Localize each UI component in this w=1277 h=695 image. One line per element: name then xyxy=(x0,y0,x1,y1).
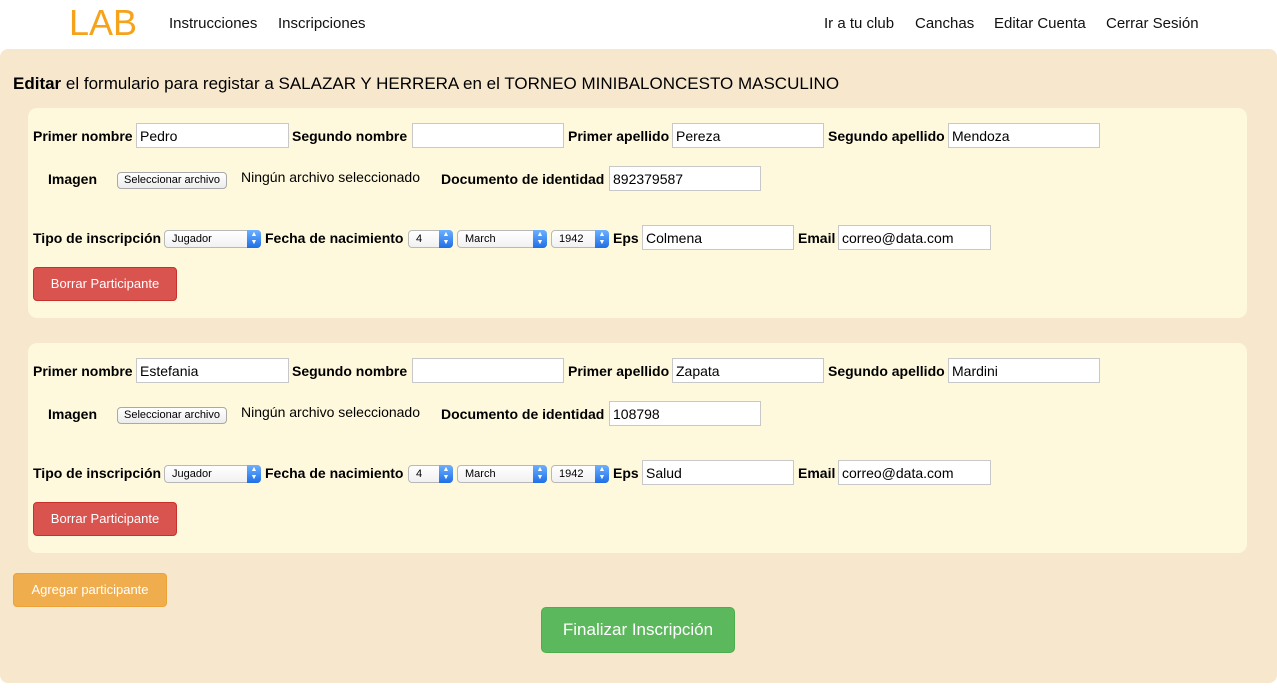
birth-month-select[interactable]: March ▲ ▼ xyxy=(457,465,547,483)
label-documento: Documento de identidad xyxy=(441,171,605,187)
nav-link-ir-a-tu-club[interactable]: Ir a tu club xyxy=(824,15,894,32)
birth-day-select[interactable]: 4 ▲ ▼ xyxy=(408,230,453,248)
birth-month-value: March xyxy=(465,233,496,245)
label-primer-apellido: Primer apellido xyxy=(568,128,670,144)
label-fecha-nacimiento: Fecha de nacimiento xyxy=(265,230,404,246)
select-arrows-icon: ▲ ▼ xyxy=(247,230,261,248)
file-select-button[interactable]: Seleccionar archivo xyxy=(117,407,227,424)
select-arrows-icon: ▲ ▼ xyxy=(247,465,261,483)
label-segundo-apellido: Segundo apellido xyxy=(828,363,945,379)
nav-link-canchas[interactable]: Canchas xyxy=(915,15,974,32)
label-tipo-inscripcion: Tipo de inscripción xyxy=(33,230,162,246)
birth-day-value: 4 xyxy=(416,468,423,480)
label-eps: Eps xyxy=(613,465,639,481)
tipo-inscripcion-select[interactable]: Jugador ▲ ▼ xyxy=(164,230,261,248)
email-input[interactable] xyxy=(838,225,991,250)
eps-input[interactable] xyxy=(642,460,794,485)
file-status-text: Ningún archivo seleccionado xyxy=(241,169,420,185)
label-email: Email xyxy=(798,230,836,246)
tipo-inscripcion-value: Jugador xyxy=(172,233,212,245)
eps-input[interactable] xyxy=(642,225,794,250)
birth-day-select[interactable]: 4 ▲ ▼ xyxy=(408,465,453,483)
nav-link-inscripciones[interactable]: Inscripciones xyxy=(278,15,366,32)
email-input[interactable] xyxy=(838,460,991,485)
page-title-bold: Editar xyxy=(13,74,62,93)
file-status-text: Ningún archivo seleccionado xyxy=(241,404,420,420)
documento-input[interactable] xyxy=(609,166,761,191)
label-primer-nombre: Primer nombre xyxy=(33,363,133,379)
nav-link-cerrar-sesion[interactable]: Cerrar Sesión xyxy=(1106,15,1199,32)
select-arrows-icon: ▲ ▼ xyxy=(439,465,453,483)
label-imagen: Imagen xyxy=(48,406,98,422)
birth-month-value: March xyxy=(465,468,496,480)
select-arrows-icon: ▲ ▼ xyxy=(533,230,547,248)
primer-apellido-input[interactable] xyxy=(672,123,824,148)
file-select-button[interactable]: Seleccionar archivo xyxy=(117,172,227,189)
primer-nombre-input[interactable] xyxy=(136,358,289,383)
birth-year-value: 1942 xyxy=(559,468,584,480)
label-fecha-nacimiento: Fecha de nacimiento xyxy=(265,465,404,481)
label-segundo-nombre: Segundo nombre xyxy=(292,128,408,144)
tipo-inscripcion-value: Jugador xyxy=(172,468,212,480)
label-email: Email xyxy=(798,465,836,481)
tipo-inscripcion-select[interactable]: Jugador ▲ ▼ xyxy=(164,465,261,483)
primer-apellido-input[interactable] xyxy=(672,358,824,383)
label-eps: Eps xyxy=(613,230,639,246)
select-arrows-icon: ▲ ▼ xyxy=(533,465,547,483)
birth-year-select[interactable]: 1942 ▲ ▼ xyxy=(551,465,609,483)
form-panel: Editar el formulario para registar a SAL… xyxy=(0,49,1277,683)
delete-participant-button[interactable]: Borrar Participante xyxy=(33,502,177,536)
page-title: Editar el formulario para registar a SAL… xyxy=(13,74,839,94)
label-primer-apellido: Primer apellido xyxy=(568,363,670,379)
segundo-apellido-input[interactable] xyxy=(948,123,1100,148)
label-imagen: Imagen xyxy=(48,171,98,187)
delete-participant-button[interactable]: Borrar Participante xyxy=(33,267,177,301)
documento-input[interactable] xyxy=(609,401,761,426)
segundo-nombre-input[interactable] xyxy=(412,123,564,148)
finish-registration-button[interactable]: Finalizar Inscripción xyxy=(541,607,735,653)
birth-year-value: 1942 xyxy=(559,233,584,245)
participant-card: Primer nombre Segundo nombre Primer apel… xyxy=(28,343,1247,553)
page-title-text: el formulario para registar a SALAZAR Y … xyxy=(61,74,840,93)
label-segundo-nombre: Segundo nombre xyxy=(292,363,408,379)
participant-card: Primer nombre Segundo nombre Primer apel… xyxy=(28,108,1247,318)
brand-logo[interactable]: LAB xyxy=(69,3,137,43)
top-navbar: LAB Instrucciones Inscripciones Ir a tu … xyxy=(0,0,1277,48)
select-arrows-icon: ▲ ▼ xyxy=(595,465,609,483)
add-participant-button[interactable]: Agregar participante xyxy=(13,573,167,607)
birth-month-select[interactable]: March ▲ ▼ xyxy=(457,230,547,248)
label-primer-nombre: Primer nombre xyxy=(33,128,133,144)
nav-link-editar-cuenta[interactable]: Editar Cuenta xyxy=(994,15,1086,32)
label-segundo-apellido: Segundo apellido xyxy=(828,128,945,144)
nav-link-instrucciones[interactable]: Instrucciones xyxy=(169,15,257,32)
segundo-nombre-input[interactable] xyxy=(412,358,564,383)
primer-nombre-input[interactable] xyxy=(136,123,289,148)
select-arrows-icon: ▲ ▼ xyxy=(439,230,453,248)
label-documento: Documento de identidad xyxy=(441,406,605,422)
birth-year-select[interactable]: 1942 ▲ ▼ xyxy=(551,230,609,248)
select-arrows-icon: ▲ ▼ xyxy=(595,230,609,248)
birth-day-value: 4 xyxy=(416,233,423,245)
label-tipo-inscripcion: Tipo de inscripción xyxy=(33,465,162,481)
segundo-apellido-input[interactable] xyxy=(948,358,1100,383)
